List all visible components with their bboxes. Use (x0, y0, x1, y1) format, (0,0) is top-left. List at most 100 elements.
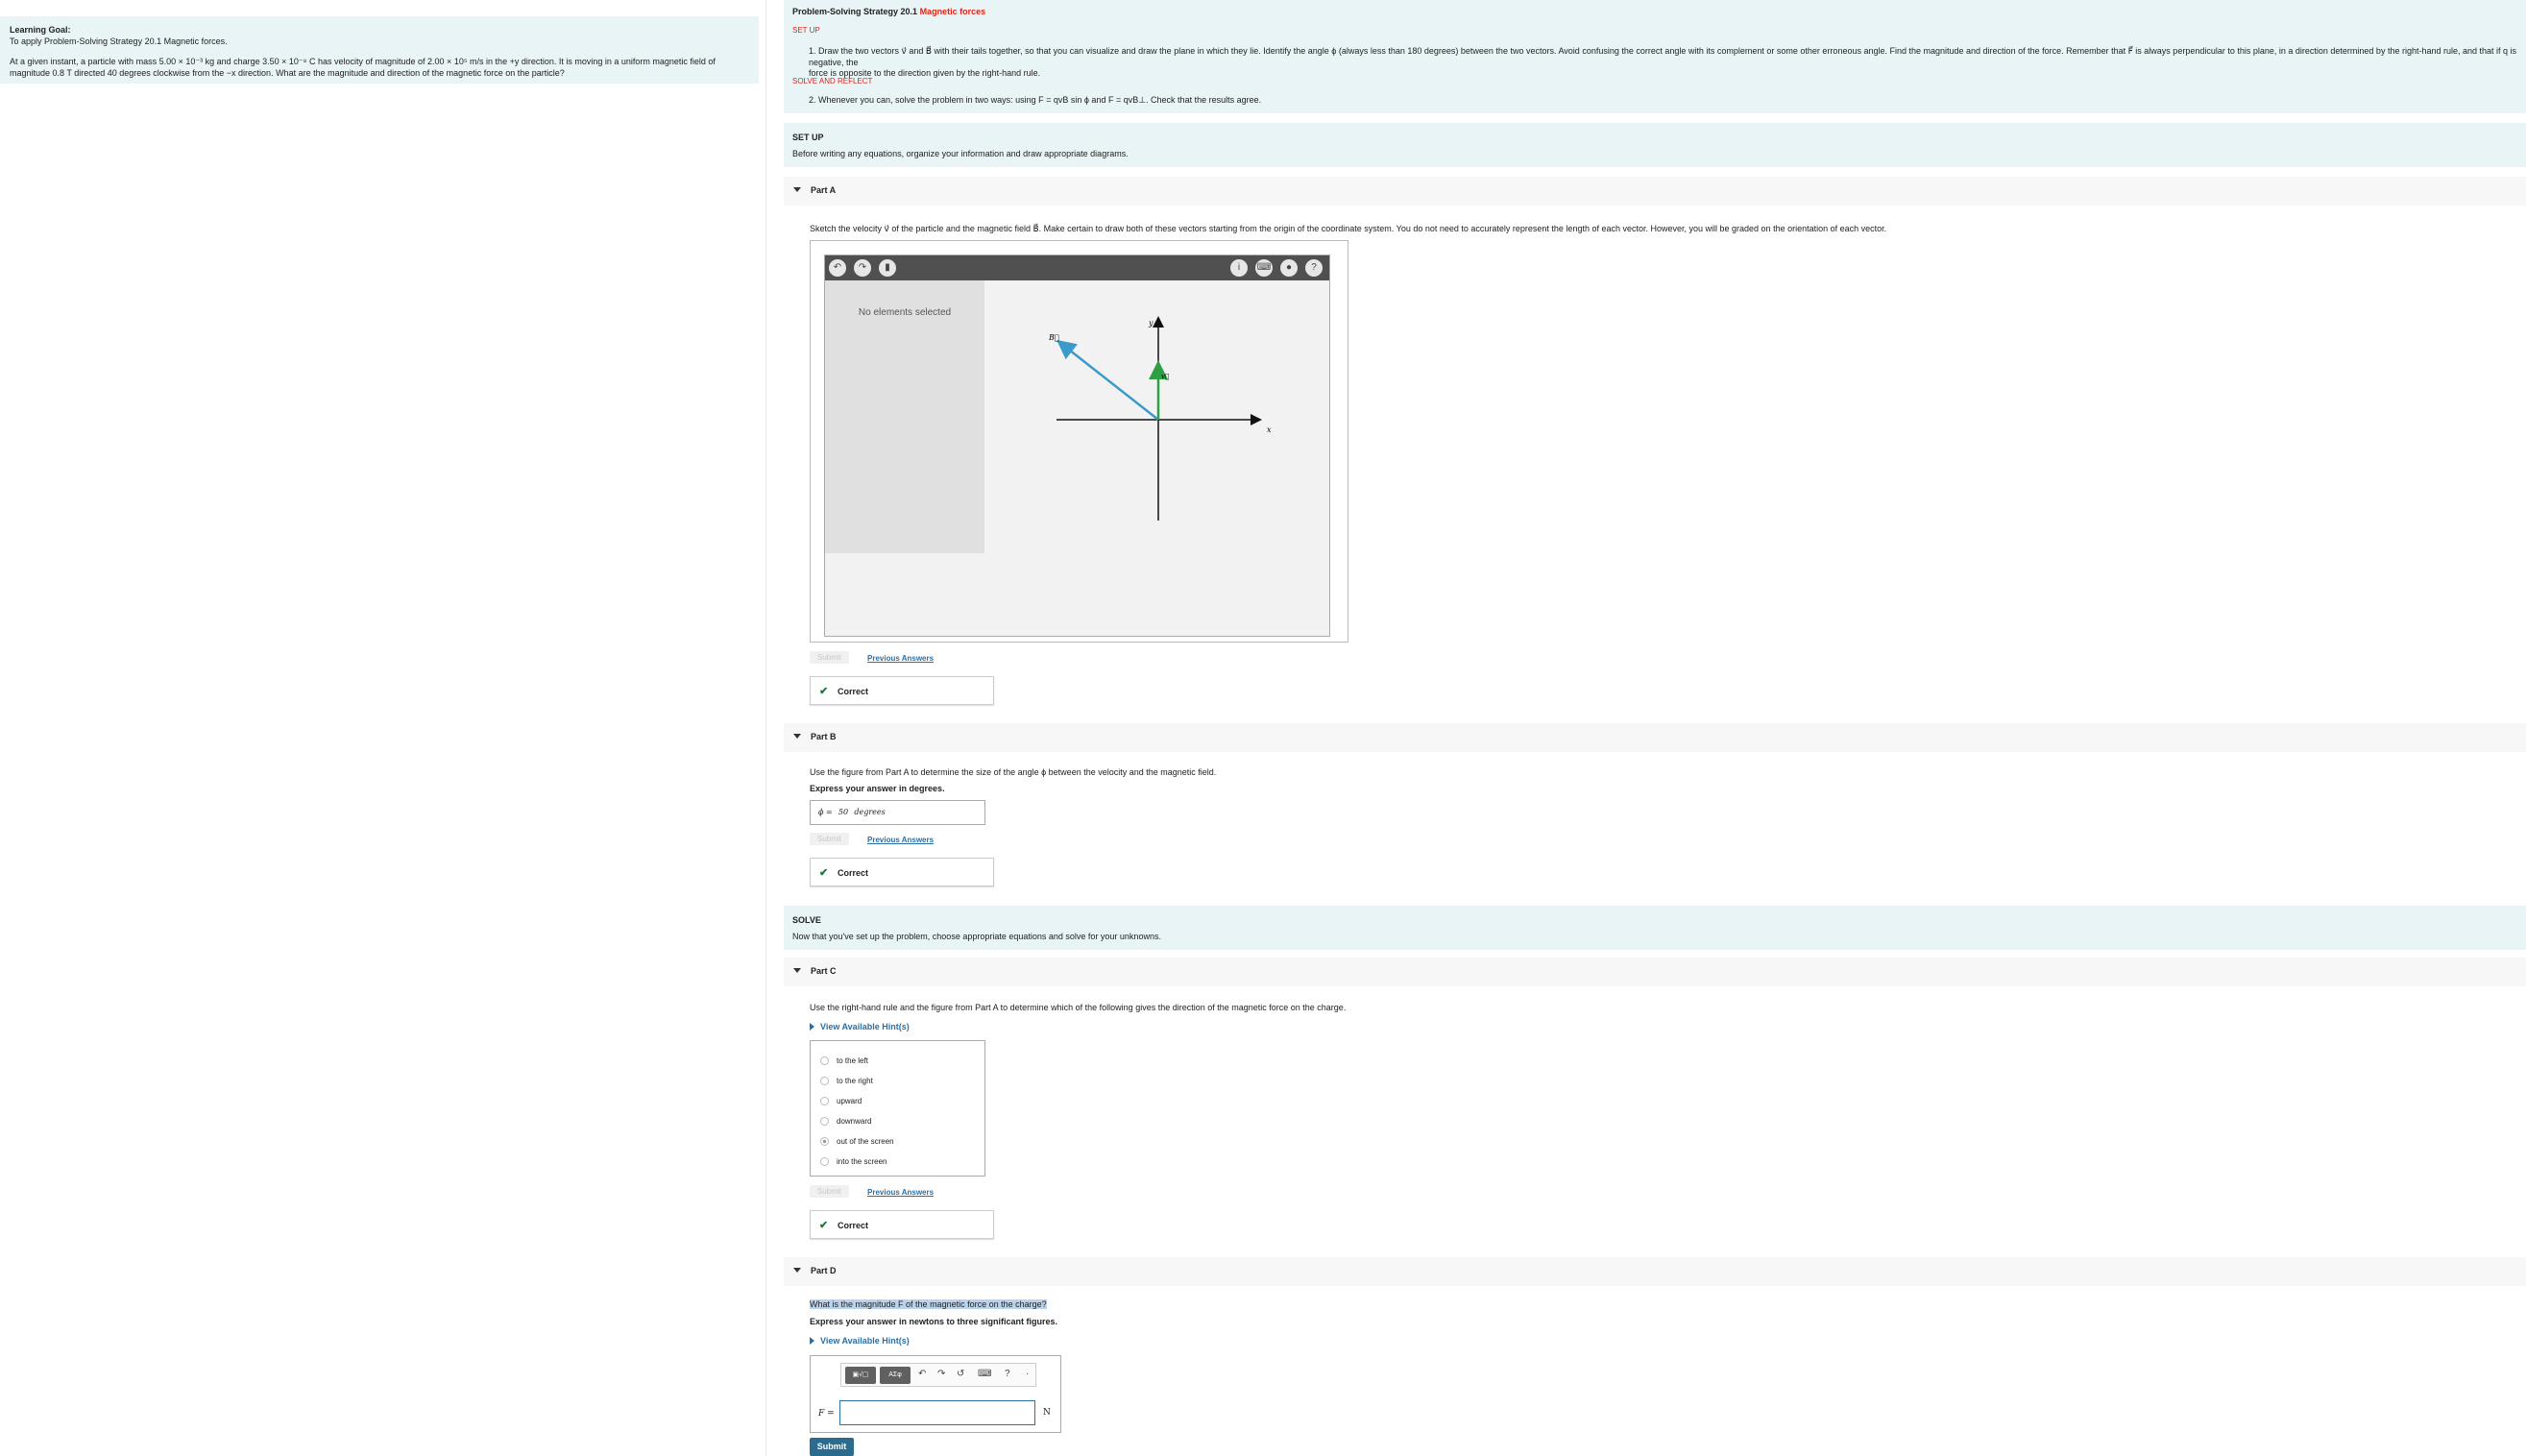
phi-unit: degrees (854, 808, 886, 816)
keyboard-icon[interactable]: ⌨ (978, 1369, 991, 1379)
part-d-label: Part D (811, 1266, 837, 1275)
collapse-caret-icon[interactable] (793, 968, 801, 973)
collapse-caret-icon[interactable] (793, 187, 801, 192)
learning-goal-box: Learning Goal: To apply Problem-Solving … (0, 16, 759, 84)
coordinate-plane[interactable]: x y B⃗ v⃗ (825, 280, 1329, 636)
part-a-header[interactable]: Part A (784, 177, 2526, 206)
strategy-step1: 1. Draw the two vectors v⃗ and B⃗ with t… (809, 46, 2518, 80)
part-a-label: Part A (811, 185, 837, 195)
part-c-hint-toggle[interactable]: View Available Hint(s) (810, 1022, 910, 1031)
strategy-title: Problem-Solving Strategy 20.1 Magnetic f… (792, 7, 985, 16)
drawing-toolbar: ↶ ↷ ▮ i ⌨ ● ? (825, 255, 1329, 280)
right-panel: Problem-Solving Strategy 20.1 Magnetic f… (784, 0, 2526, 1456)
part-c-result-box: ✔ Correct (810, 1210, 994, 1239)
learning-goal-title: Learning Goal: (10, 25, 71, 35)
undo-icon[interactable]: ↶ (829, 259, 846, 277)
strategy-step1-line1: 1. Draw the two vectors v⃗ and B⃗ with t… (809, 46, 2517, 67)
option-upward[interactable]: upward (820, 1097, 862, 1105)
part-c-previous-answers-link[interactable]: Previous Answers (867, 1188, 934, 1197)
setup-section: SET UP Before writing any equations, org… (784, 123, 2526, 167)
part-b-result-text: Correct (838, 868, 869, 878)
help-icon[interactable]: ? (1005, 1369, 1010, 1379)
vector-v-label: v⃗ (1161, 373, 1169, 380)
radio-icon[interactable] (820, 1097, 829, 1105)
radio-icon[interactable] (820, 1117, 829, 1126)
strategy-step2: 2. Whenever you can, solve the problem i… (809, 95, 1262, 105)
undo-icon[interactable]: ↶ (918, 1369, 926, 1379)
strategy-box: Problem-Solving Strategy 20.1 Magnetic f… (784, 0, 2526, 113)
part-a-result-box: ✔ Correct (810, 676, 994, 705)
option-label: into the screen (837, 1157, 887, 1166)
strategy-step1-line2: force is opposite to the direction given… (809, 68, 1041, 79)
part-d-instruction: Express your answer in newtons to three … (810, 1317, 1058, 1326)
part-a-submit-button[interactable]: Submit (810, 651, 849, 664)
part-d-prompt: What is the magnitude F of the magnetic … (810, 1299, 1047, 1309)
collapse-caret-icon[interactable] (793, 1268, 801, 1273)
option-downward[interactable]: downward (820, 1117, 871, 1126)
force-label: F = (818, 1409, 835, 1419)
part-b-instruction: Express your answer in degrees. (810, 784, 945, 793)
collapse-caret-icon[interactable] (793, 734, 801, 739)
phi-label: ϕ = (818, 808, 833, 816)
force-unit: N (1043, 1408, 1051, 1418)
option-to-the-right[interactable]: to the right (820, 1077, 873, 1085)
phi-value: 50 (838, 808, 849, 816)
settings-icon[interactable]: ● (1280, 259, 1298, 277)
option-into-the-screen[interactable]: into the screen (820, 1157, 887, 1166)
part-b-submit-button[interactable]: Submit (810, 833, 849, 845)
part-b-previous-answers-link[interactable]: Previous Answers (867, 836, 934, 844)
magnetic-field-vector[interactable] (1057, 339, 1159, 421)
part-d-hint-toggle[interactable]: View Available Hint(s) (810, 1336, 910, 1346)
help-icon[interactable]: ? (1305, 259, 1323, 277)
redo-icon[interactable]: ↷ (937, 1369, 945, 1379)
checkmark-icon: ✔ (819, 867, 829, 879)
part-c-label: Part C (811, 966, 837, 976)
part-a-result-text: Correct (838, 687, 869, 696)
radio-icon[interactable] (820, 1056, 829, 1065)
option-to-the-left[interactable]: to the left (820, 1056, 868, 1065)
setup-section-text: Before writing any equations, organize y… (792, 149, 1129, 158)
option-label: out of the screen (837, 1137, 894, 1146)
checkmark-icon: ✔ (819, 1220, 829, 1231)
trash-icon[interactable]: ▮ (879, 259, 896, 277)
y-axis-label: y (1148, 319, 1154, 328)
part-b-answer-field[interactable]: ϕ = 50 degrees (810, 800, 985, 825)
part-a-previous-answers-link[interactable]: Previous Answers (867, 654, 934, 663)
part-c-prompt: Use the right-hand rule and the figure f… (810, 1003, 1347, 1012)
option-label: upward (837, 1097, 862, 1105)
part-b-prompt: Use the figure from Part A to determine … (810, 767, 1217, 777)
templates-button[interactable]: ▣√▢ (845, 1367, 876, 1384)
force-input[interactable] (839, 1400, 1035, 1425)
math-toolbar: ▣√▢ ΑΣφ ↶ ↷ ↺ ⌨ ? · (840, 1363, 1036, 1387)
part-b-header[interactable]: Part B (784, 723, 2526, 752)
option-out-of-the-screen[interactable]: out of the screen (820, 1137, 894, 1146)
reset-icon[interactable]: ↺ (957, 1369, 964, 1379)
radio-icon[interactable] (820, 1077, 829, 1085)
part-c-submit-button[interactable]: Submit (810, 1185, 849, 1198)
keyboard-icon[interactable]: ⌨ (1255, 259, 1273, 277)
option-label: to the right (837, 1077, 873, 1085)
symbols-button[interactable]: ΑΣφ (880, 1367, 911, 1384)
math-answer-box: ▣√▢ ΑΣφ ↶ ↷ ↺ ⌨ ? · F = N (810, 1355, 1061, 1433)
part-c-header[interactable]: Part C (784, 958, 2526, 986)
part-d-header[interactable]: Part D (784, 1257, 2526, 1286)
left-panel: Learning Goal: To apply Problem-Solving … (0, 0, 759, 1456)
info-icon[interactable]: i (1230, 259, 1248, 277)
checkmark-icon: ✔ (819, 686, 829, 697)
option-label: to the left (837, 1056, 868, 1065)
part-d-submit-button[interactable]: Submit (810, 1438, 854, 1456)
vector-b-label: B⃗ (1048, 333, 1059, 342)
redo-icon[interactable]: ↷ (854, 259, 871, 277)
radio-selected-icon[interactable] (820, 1137, 829, 1146)
solve-section-title: SOLVE (792, 915, 821, 925)
learning-goal-subtitle: To apply Problem-Solving Strategy 20.1 M… (10, 36, 228, 46)
drawing-canvas-area: ↶ ↷ ▮ i ⌨ ● ? No elements selected x y B… (824, 255, 1330, 637)
strategy-title-link[interactable]: Magnetic forces (920, 7, 986, 16)
vector-drawing-tool: ↶ ↷ ▮ i ⌨ ● ? No elements selected x y B… (810, 240, 1348, 643)
radio-icon[interactable] (820, 1157, 829, 1166)
panel-divider[interactable] (765, 0, 766, 1456)
more-icon[interactable]: · (1026, 1369, 1029, 1379)
strategy-title-prefix: Problem-Solving Strategy 20.1 (792, 7, 918, 16)
solve-section: SOLVE Now that you've set up the problem… (784, 906, 2526, 950)
strategy-solve-label: SOLVE AND REFLECT (792, 77, 873, 85)
